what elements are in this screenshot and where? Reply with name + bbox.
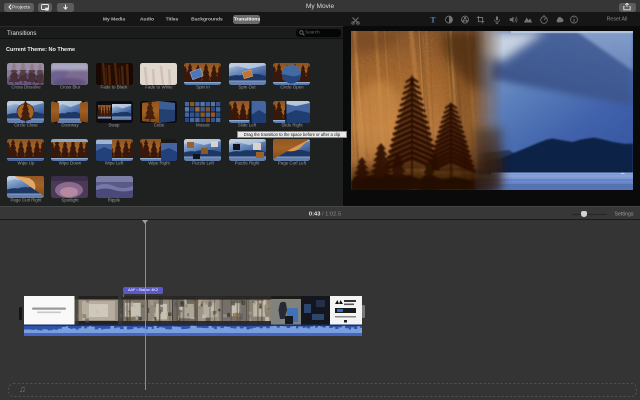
svg-text:T: T bbox=[430, 15, 436, 24]
